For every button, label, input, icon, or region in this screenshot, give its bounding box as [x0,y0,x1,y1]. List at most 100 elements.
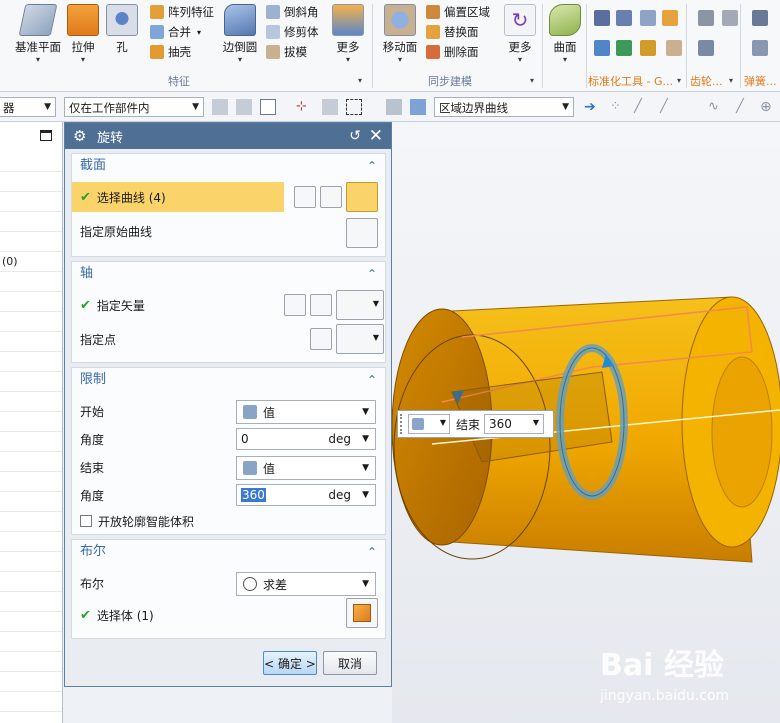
select-body-row[interactable]: ✔ 选择体 (1) [72,602,385,628]
chevron-down-icon[interactable]: ▾ [677,76,681,85]
list-item[interactable] [0,652,62,672]
chevron-down-icon[interactable]: ▼ [362,434,369,444]
list-item[interactable] [0,212,62,232]
list-item[interactable] [0,592,62,612]
chevron-down-icon[interactable]: ▾ [358,76,362,85]
line-icon[interactable]: ╱ [634,99,650,115]
type-filter-dropdown[interactable]: 器 ▼ [0,97,56,117]
edge-blend-button[interactable]: 边倒圆 ▾ [220,4,260,64]
replace-face-button[interactable]: 替换面 [426,22,479,42]
offset-region-button[interactable]: 偏置区域 [426,2,490,22]
list-item[interactable] [0,432,62,452]
chevron-down-icon[interactable]: ▾ [197,28,201,37]
open-profile-checkbox[interactable] [80,515,92,527]
chevron-down-icon[interactable]: ▼ [362,490,369,500]
sketch-section-icon[interactable] [320,186,342,208]
chamfer-button[interactable]: 倒斜角 [266,2,319,22]
section-header[interactable]: 截面 ⌃ [72,154,385,178]
list-item[interactable] [0,292,62,312]
gear-icon[interactable]: ⚙ [73,128,89,144]
view-icon[interactable] [386,99,402,115]
filter-icon[interactable] [236,99,252,115]
collapse-icon[interactable]: ⌃ [367,540,377,564]
list-item[interactable] [0,332,62,352]
list-item[interactable] [0,272,62,292]
collapse-icon[interactable]: ⌃ [367,368,377,392]
snap-point-icon[interactable]: ⊹ [296,99,312,115]
curve-rule-icon[interactable] [294,186,316,208]
datum-plane-button[interactable]: 基准平面 ▾ [12,4,64,64]
list-item[interactable] [0,372,62,392]
shell-button[interactable]: 抽壳 [150,42,191,62]
view-icon[interactable] [410,99,426,115]
standard-tool-icon[interactable] [594,40,610,56]
gear-tool-icon[interactable] [722,10,738,26]
more-features-button[interactable]: 更多 ▾ [330,4,366,64]
hole-button[interactable]: 孔 [104,4,140,55]
spring-tool-icon[interactable] [752,40,768,56]
chevron-down-icon[interactable]: ▾ [380,56,420,64]
snap-icon[interactable]: ⁘ [610,99,626,115]
list-item[interactable] [0,672,62,692]
standard-tool-icon[interactable] [616,10,632,26]
axis-header[interactable]: 轴 ⌃ [72,262,385,286]
end-angle-input[interactable]: 360 deg ▼ [236,484,376,506]
select-curve-icon[interactable] [346,182,378,212]
selection-scope-dropdown[interactable]: 仅在工作部件内 ▼ [64,97,204,117]
list-item[interactable] [0,512,62,532]
reverse-direction-icon[interactable] [284,294,306,316]
start-option-dropdown[interactable]: 值 ▼ [236,400,376,424]
ok-button[interactable]: < 确定 > [263,651,317,675]
more-sync-button[interactable]: ↻ 更多 ▾ [500,4,540,64]
list-item[interactable] [0,192,62,212]
list-item[interactable] [0,472,62,492]
list-item[interactable] [0,152,62,172]
boolean-header[interactable]: 布尔 ⌃ [72,540,385,564]
reset-icon[interactable]: ↺ [349,128,361,144]
collapse-icon[interactable]: ⌃ [367,154,377,178]
arrow-right-icon[interactable]: ➔ [584,99,600,115]
chevron-down-icon[interactable]: ▾ [64,56,102,64]
list-item[interactable] [0,532,62,552]
standard-tool-icon[interactable] [616,40,632,56]
chevron-down-icon[interactable]: ▾ [330,56,366,64]
chevron-down-icon[interactable]: ▾ [220,56,260,64]
list-item[interactable]: (0) [0,252,62,272]
standard-tool-icon[interactable] [640,10,656,26]
chevron-down-icon[interactable]: ▾ [12,56,64,64]
boolean-dropdown[interactable]: 求差 ▼ [236,572,376,596]
target-icon[interactable]: ⊕ [760,99,776,115]
curve-rule-dropdown[interactable]: 区域边界曲线 ▼ [434,97,574,117]
chevron-down-icon[interactable]: ▾ [530,76,534,85]
filter-icon[interactable] [212,99,228,115]
list-item[interactable] [0,312,62,332]
pattern-feature-button[interactable]: 阵列特征 [150,2,214,22]
chevron-down-icon[interactable]: ▾ [500,56,540,64]
line-icon[interactable]: ╱ [660,99,676,115]
move-face-button[interactable]: 移动面 ▾ [380,4,420,64]
list-item[interactable] [0,552,62,572]
spline-icon[interactable]: ∿ [708,99,724,115]
collapse-icon[interactable]: ⌃ [367,262,377,286]
origin-curve-icon[interactable] [346,218,378,248]
list-item[interactable] [0,392,62,412]
spring-tool-icon[interactable] [752,10,768,26]
vector-type-dropdown[interactable]: ▼ [336,290,384,320]
end-option-dropdown[interactable]: 值 ▼ [236,456,376,480]
line-icon[interactable]: ╱ [736,99,752,115]
list-item[interactable] [0,692,62,712]
list-item[interactable] [0,572,62,592]
onscreen-end-value-input[interactable]: 360 ▼ [484,414,545,434]
point-dialog-icon[interactable] [310,328,332,350]
list-item[interactable] [0,172,62,192]
list-item[interactable] [0,612,62,632]
point-type-dropdown[interactable]: ▼ [336,324,384,354]
draft-button[interactable]: 拔模 [266,42,307,62]
chevron-down-icon[interactable]: ▾ [546,56,584,64]
onscreen-end-option-dropdown[interactable]: ▼ [408,414,450,434]
trim-body-button[interactable]: 修剪体 [266,22,319,42]
limits-header[interactable]: 限制 ⌃ [72,368,385,392]
vector-dialog-icon[interactable] [310,294,332,316]
select-body-icon[interactable] [346,598,378,628]
select-curve-row[interactable]: ✔ 选择曲线 (4) [72,182,284,212]
